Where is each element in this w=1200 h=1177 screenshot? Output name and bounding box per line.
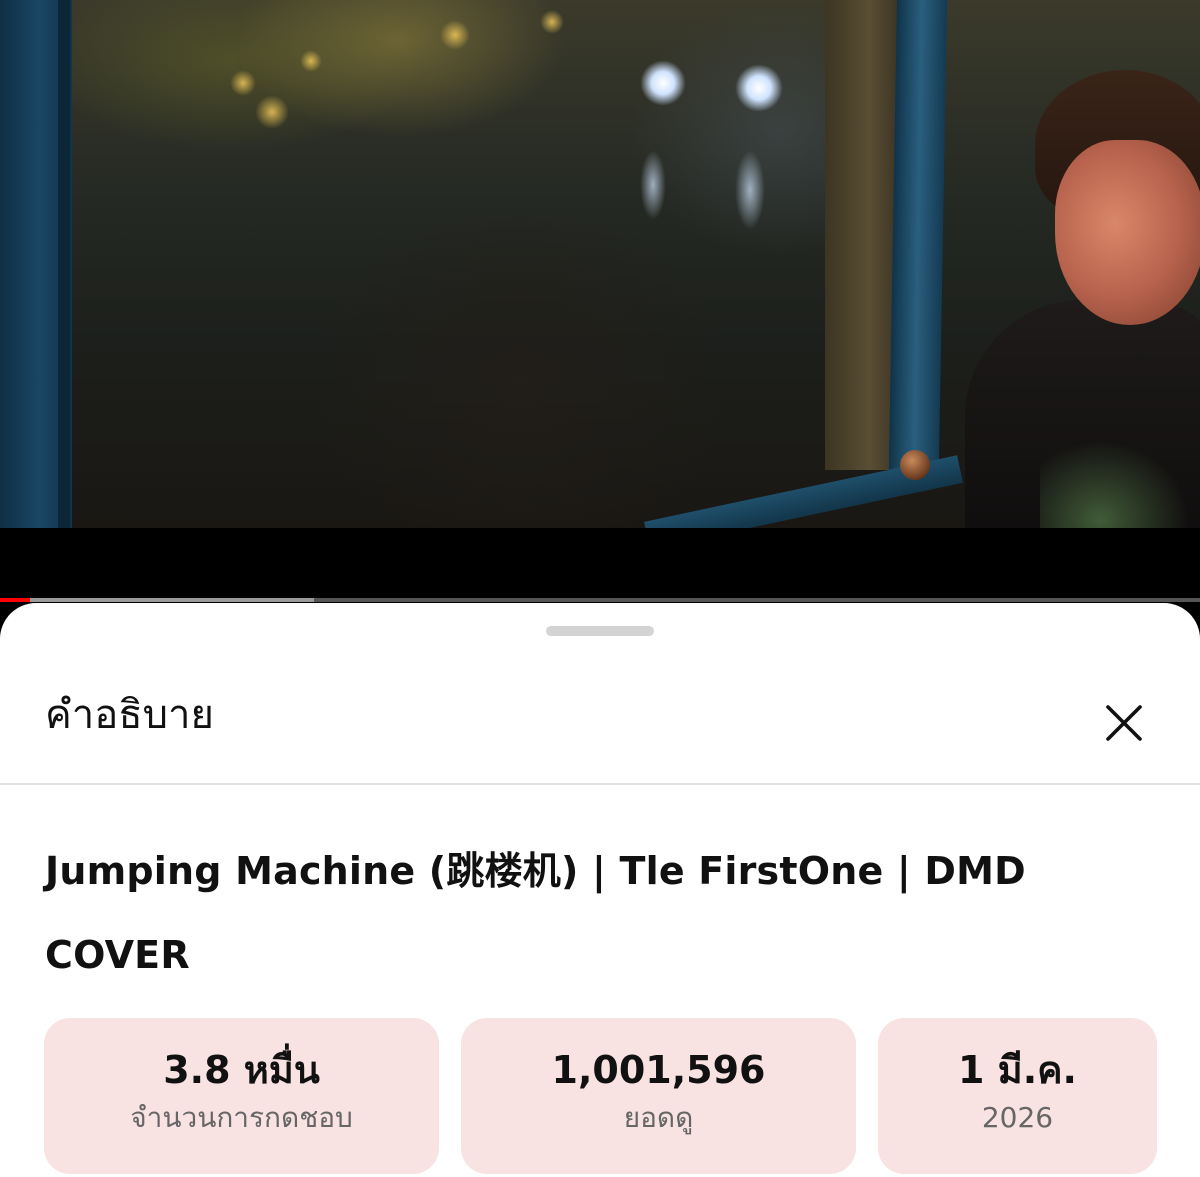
views-label: ยอดดู <box>623 1101 694 1134</box>
views-stat: 1,001,596 ยอดดู <box>461 1018 856 1174</box>
window-frame-edge <box>58 0 70 528</box>
progress-played <box>0 598 30 602</box>
close-icon <box>1106 705 1142 741</box>
plant-foliage <box>1040 440 1190 528</box>
light-reflection <box>735 150 765 230</box>
bokeh-light <box>300 50 322 72</box>
video-progress-bar[interactable] <box>0 598 1200 602</box>
car-headlight <box>735 64 783 112</box>
close-button[interactable] <box>1098 697 1150 749</box>
app-screen: คำอธิบาย Jumping Machine (跳楼机) | Tle Fir… <box>0 0 1200 1177</box>
video-title: Jumping Machine (跳楼机) | Tle FirstOne | D… <box>45 849 1026 977</box>
views-count: 1,001,596 <box>551 1048 766 1092</box>
upload-date: 1 มี.ค. <box>957 1048 1077 1092</box>
subject-face <box>1055 140 1200 325</box>
upload-date-stat: 1 มี.ค. 2026 <box>878 1018 1157 1174</box>
bokeh-light <box>255 95 289 129</box>
window-knob <box>900 450 930 480</box>
video-player[interactable] <box>0 0 1200 528</box>
bokeh-light <box>540 10 564 34</box>
bokeh-light <box>440 20 470 50</box>
car-headlight <box>640 60 686 106</box>
sheet-title: คำอธิบาย <box>45 692 214 738</box>
light-reflection <box>640 150 666 220</box>
likes-stat: 3.8 หมื่น จำนวนการกดชอบ <box>44 1018 439 1174</box>
window-frame-right <box>888 0 948 470</box>
likes-count: 3.8 หมื่น <box>163 1048 320 1092</box>
progress-buffered <box>0 598 315 602</box>
sheet-drag-handle[interactable] <box>546 626 654 636</box>
description-sheet: คำอธิบาย Jumping Machine (跳楼机) | Tle Fir… <box>0 603 1200 1177</box>
bokeh-light <box>230 70 256 96</box>
likes-label: จำนวนการกดชอบ <box>130 1101 353 1134</box>
upload-year: 2026 <box>981 1101 1054 1134</box>
window-wall <box>825 0 900 470</box>
divider <box>0 783 1200 785</box>
